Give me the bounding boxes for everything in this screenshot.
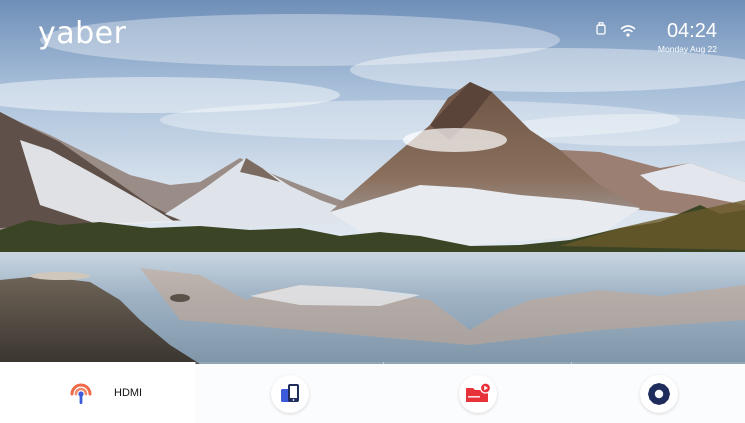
hdmi-label: HDMI: [114, 387, 143, 399]
usb-drive-icon: [596, 22, 606, 40]
dock-tile-screen-mirror[interactable]: [195, 362, 383, 423]
settings-gear-icon: [639, 375, 678, 413]
dock-tile-settings[interactable]: [571, 362, 745, 423]
screen-mirror-icon: [270, 375, 309, 413]
wallpaper-mountain-lake: [0, 0, 745, 364]
home-screen: yaber 04:24 Monday Aug 22 HDMI: [0, 0, 745, 423]
clock-time: 04:24: [666, 20, 717, 42]
app-dock: HDMI: [0, 362, 745, 423]
dock-tile-hdmi[interactable]: HDMI: [0, 362, 195, 423]
media-player-icon: [458, 375, 497, 413]
dock-tile-media-player[interactable]: [383, 362, 571, 423]
hdmi-signal-icon: [67, 380, 95, 413]
clock-widget: 04:24 Monday Aug 22: [658, 20, 717, 54]
yaber-logo: yaber: [38, 16, 127, 51]
wifi-icon: [620, 24, 636, 42]
clock-date: Monday Aug 22: [657, 44, 717, 54]
